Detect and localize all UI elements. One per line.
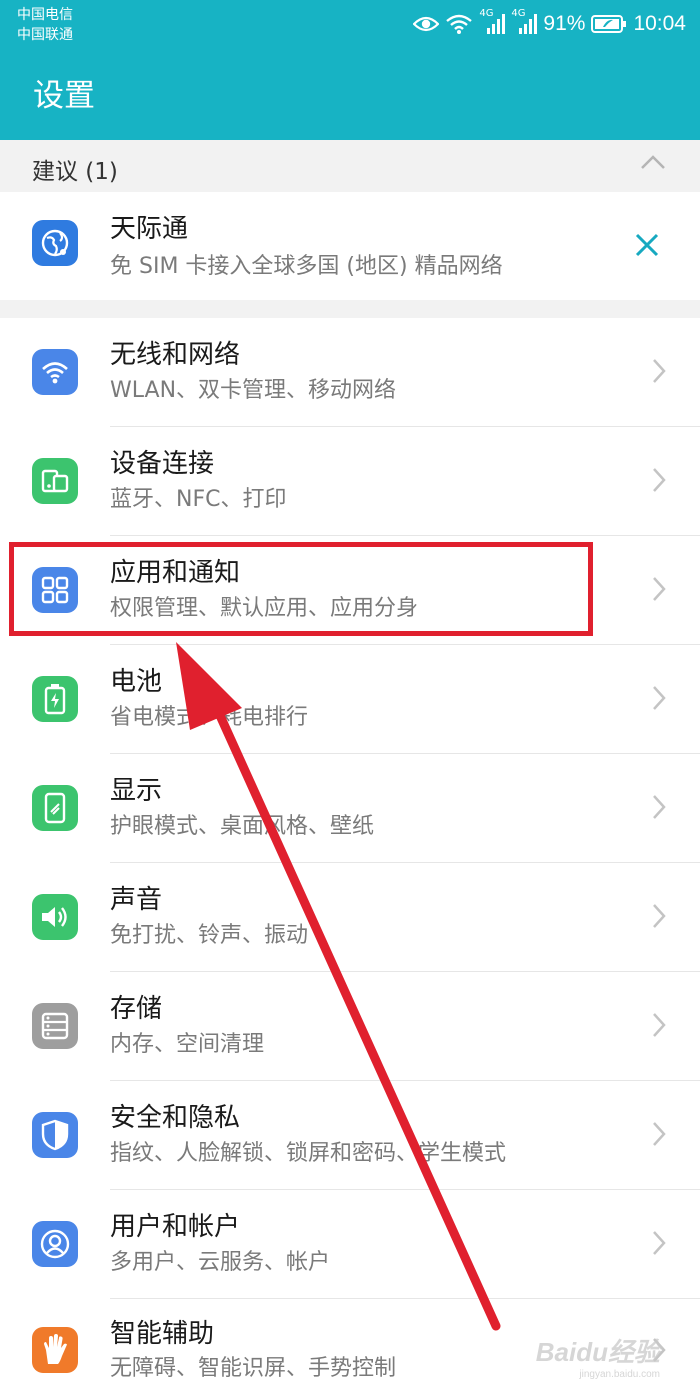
chevron-right-icon <box>652 1012 666 1042</box>
section-gap <box>0 300 700 318</box>
chevron-right-icon <box>652 1230 666 1260</box>
eye-icon <box>413 14 440 34</box>
suggestions-label: 建议 (1) <box>32 159 118 185</box>
close-icon[interactable] <box>634 232 660 262</box>
carrier-1: 中国电信 <box>17 7 73 23</box>
signal-1-icon: 4G <box>479 8 506 36</box>
settings-item-title: 声音 <box>110 885 163 915</box>
suggestion-item[interactable]: 天际通 免 SIM 卡接入全球多国 (地区) 精品网络 <box>0 192 700 300</box>
settings-item-title: 智能辅助 <box>110 1319 215 1349</box>
chevron-right-icon <box>652 903 666 933</box>
chevron-right-icon <box>652 1121 666 1151</box>
device-connect-icon <box>32 458 78 504</box>
settings-item-apps-notifications[interactable]: 应用和通知 权限管理、默认应用、应用分身 <box>0 536 700 645</box>
settings-item-battery[interactable]: 电池 省电模式、耗电排行 <box>0 645 700 754</box>
settings-item-subtitle: WLAN、双卡管理、移动网络 <box>110 378 397 403</box>
suggestion-subtitle: 免 SIM 卡接入全球多国 (地区) 精品网络 <box>110 254 503 279</box>
chevron-right-icon <box>652 358 666 388</box>
apps-grid-icon <box>32 567 78 613</box>
app-bar: 中国电信 中国联通 4G 4G 91% 10:04 设置 <box>0 0 700 140</box>
battery-icon <box>32 676 78 722</box>
settings-item-sound[interactable]: 声音 免打扰、铃声、振动 <box>0 863 700 972</box>
status-icons: 4G 4G 91% 10:04 <box>413 8 686 40</box>
settings-item-subtitle: 省电模式、耗电排行 <box>110 705 309 730</box>
battery-icon-status <box>591 14 627 34</box>
battery-percent: 91% <box>543 12 586 35</box>
settings-item-users[interactable]: 用户和帐户 多用户、云服务、帐户 <box>0 1190 700 1299</box>
carrier-2: 中国联通 <box>17 27 73 43</box>
settings-item-title: 电池 <box>110 667 163 697</box>
settings-item-title: 安全和隐私 <box>110 1103 241 1133</box>
settings-item-subtitle: 免打扰、铃声、振动 <box>110 923 309 948</box>
chevron-right-icon <box>652 467 666 497</box>
settings-item-title: 显示 <box>110 776 163 806</box>
settings-item-device-connect[interactable]: 设备连接 蓝牙、NFC、打印 <box>0 427 700 536</box>
settings-item-title: 应用和通知 <box>110 558 241 588</box>
settings-item-security[interactable]: 安全和隐私 指纹、人脸解锁、锁屏和密码、学生模式 <box>0 1081 700 1190</box>
settings-item-title: 无线和网络 <box>110 340 241 370</box>
settings-item-subtitle: 权限管理、默认应用、应用分身 <box>110 596 419 621</box>
shield-icon <box>32 1112 78 1158</box>
settings-item-subtitle: 无障碍、智能识屏、手势控制 <box>110 1356 397 1381</box>
chevron-right-icon <box>652 576 666 606</box>
settings-item-subtitle: 内存、空间清理 <box>110 1032 265 1057</box>
settings-item-storage[interactable]: 存储 内存、空间清理 <box>0 972 700 1081</box>
settings-item-title: 存储 <box>110 994 163 1024</box>
watermark: Baidu经验 jingyan.baidu.com <box>535 1337 660 1380</box>
chevron-up-icon[interactable] <box>640 154 666 174</box>
wifi-status-icon <box>445 13 473 35</box>
clock: 10:04 <box>633 12 686 35</box>
settings-item-subtitle: 蓝牙、NFC、打印 <box>110 487 287 512</box>
settings-item-wireless[interactable]: 无线和网络 WLAN、双卡管理、移动网络 <box>0 318 700 427</box>
settings-item-subtitle: 护眼模式、桌面风格、壁纸 <box>110 814 375 839</box>
page-title: 设置 <box>33 78 95 114</box>
display-icon <box>32 785 78 831</box>
settings-item-subtitle: 指纹、人脸解锁、锁屏和密码、学生模式 <box>110 1141 507 1166</box>
suggestions-header[interactable]: 建议 (1) <box>0 140 700 192</box>
status-bar: 中国电信 中国联通 4G 4G 91% 10:04 <box>0 0 700 50</box>
speaker-icon <box>32 894 78 940</box>
settings-item-title: 设备连接 <box>110 449 215 479</box>
settings-item-display[interactable]: 显示 护眼模式、桌面风格、壁纸 <box>0 754 700 863</box>
chevron-right-icon <box>652 794 666 824</box>
storage-icon <box>32 1003 78 1049</box>
suggestion-title: 天际通 <box>110 214 189 244</box>
globe-icon <box>32 220 78 266</box>
signal-2-icon: 4G <box>511 8 538 36</box>
chevron-right-icon <box>652 685 666 715</box>
wifi-icon <box>32 349 78 395</box>
settings-item-title: 用户和帐户 <box>110 1212 241 1242</box>
hand-icon <box>32 1327 78 1373</box>
settings-item-subtitle: 多用户、云服务、帐户 <box>110 1250 331 1275</box>
user-icon <box>32 1221 78 1267</box>
